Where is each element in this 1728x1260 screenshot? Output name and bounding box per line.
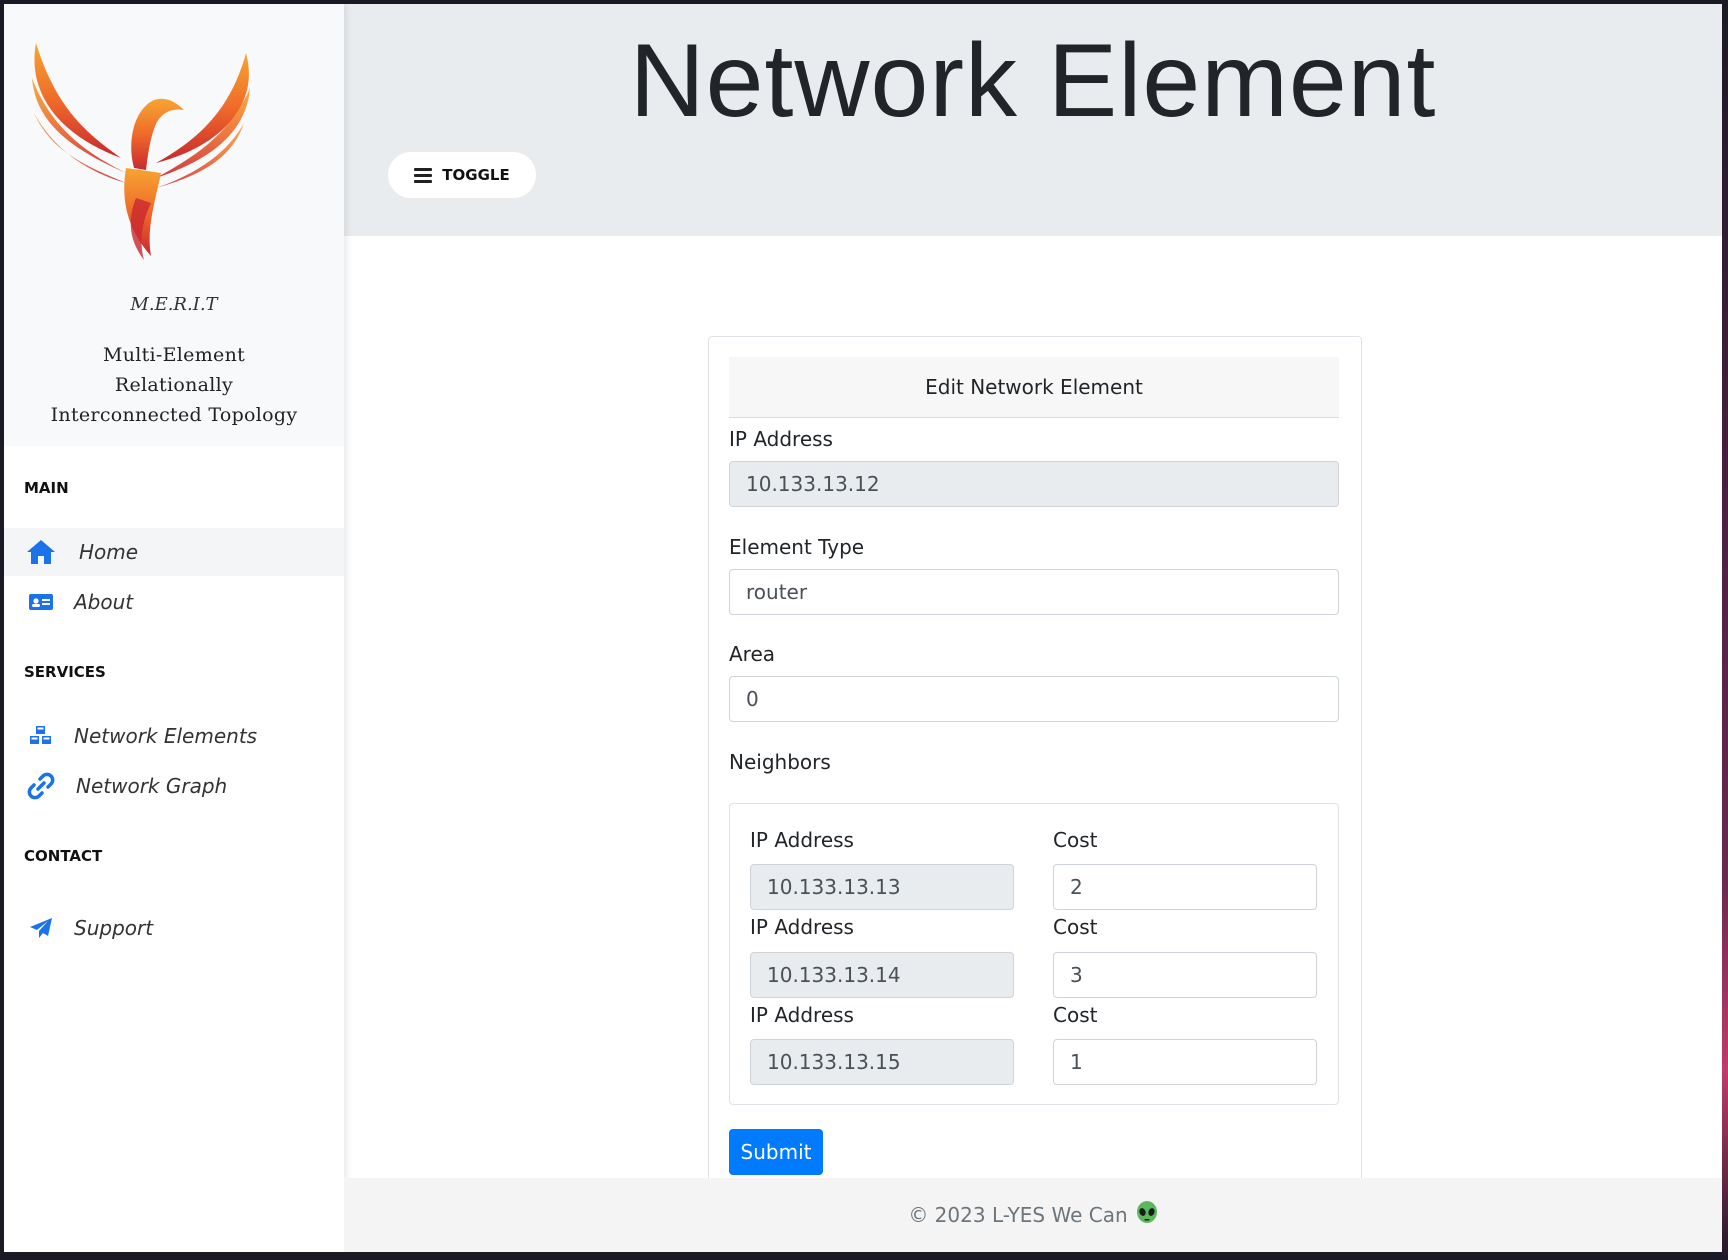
sidebar-item-network-elements[interactable]: Network Elements [4,712,344,760]
paper-plane-icon [24,914,58,942]
brand-panel: M.E.R.I.T Multi-Element Relationally Int… [4,4,344,446]
alien-icon [1136,1200,1158,1230]
nav-section-main: MAIN [24,479,69,497]
neighbor-ip-field[interactable]: 10.133.13.15 [750,1039,1014,1085]
sidebar-item-about[interactable]: About [4,578,344,626]
brand-name: M.E.R.I.T [130,294,218,315]
ip-address-field[interactable]: 10.133.13.12 [729,461,1339,507]
area-field[interactable]: 0 [729,676,1339,722]
home-icon [24,538,58,566]
app-window: M.E.R.I.T Multi-Element Relationally Int… [4,4,1722,1252]
edit-form-card: Edit Network Element IP Address 10.133.1… [708,336,1362,1188]
neighbor-cost-label: Cost [1053,915,1098,939]
link-icon [24,772,58,800]
ip-address-label: IP Address [729,427,833,451]
nav-section-services: SERVICES [24,663,106,681]
sidebar: M.E.R.I.T Multi-Element Relationally Int… [4,4,344,1252]
page-header: Network Element TOGGLE [344,4,1722,236]
hamburger-icon [414,165,433,186]
submit-button[interactable]: Submit [729,1129,823,1175]
neighbor-cost-field[interactable]: 1 [1053,1039,1317,1085]
cubes-icon [24,722,58,750]
neighbor-cost-label: Cost [1053,1003,1098,1027]
neighbor-ip-label: IP Address [750,1003,854,1027]
nav-section-contact: CONTACT [24,847,103,865]
element-type-label: Element Type [729,535,865,559]
neighbor-cost-label: Cost [1053,828,1098,852]
neighbor-ip-field[interactable]: 10.133.13.14 [750,952,1014,998]
element-type-field[interactable]: router [729,569,1339,615]
sidebar-item-label: About [74,590,134,614]
sidebar-item-label: Home [79,540,139,564]
toggle-label: TOGGLE [442,166,510,184]
window-edge [1722,0,1728,1260]
phoenix-logo-icon [32,43,250,260]
area-label: Area [729,642,776,666]
toggle-button[interactable]: TOGGLE [388,152,536,198]
neighbor-cost-field[interactable]: 2 [1053,864,1317,910]
page-title: Network Element [629,23,1437,139]
neighbor-cost-field[interactable]: 3 [1053,952,1317,998]
sidebar-item-label: Support [74,916,154,940]
footer-text: © 2023 L-YES We Can [908,1203,1128,1227]
sidebar-item-support[interactable]: Support [4,904,344,952]
neighbor-ip-field[interactable]: 10.133.13.13 [750,864,1014,910]
brand-subtitle-line1: Multi-Element Relationally [102,344,246,396]
sidebar-item-label: Network Elements [74,724,258,748]
neighbors-list: IP Address Cost 10.133.13.13 2 IP Addres… [729,803,1339,1105]
neighbors-label: Neighbors [729,750,831,774]
id-card-icon [24,588,58,616]
sidebar-item-network-graph[interactable]: Network Graph [4,762,344,810]
sidebar-item-label: Network Graph [76,774,228,798]
brand-subtitle: Multi-Element Relationally Interconnecte… [44,340,304,430]
footer: © 2023 L-YES We Can [344,1178,1722,1252]
brand-subtitle-line2: Interconnected Topology [50,404,298,426]
card-header: Edit Network Element [729,357,1339,418]
neighbor-ip-label: IP Address [750,828,854,852]
neighbor-ip-label: IP Address [750,915,854,939]
sidebar-item-home[interactable]: Home [4,528,344,576]
